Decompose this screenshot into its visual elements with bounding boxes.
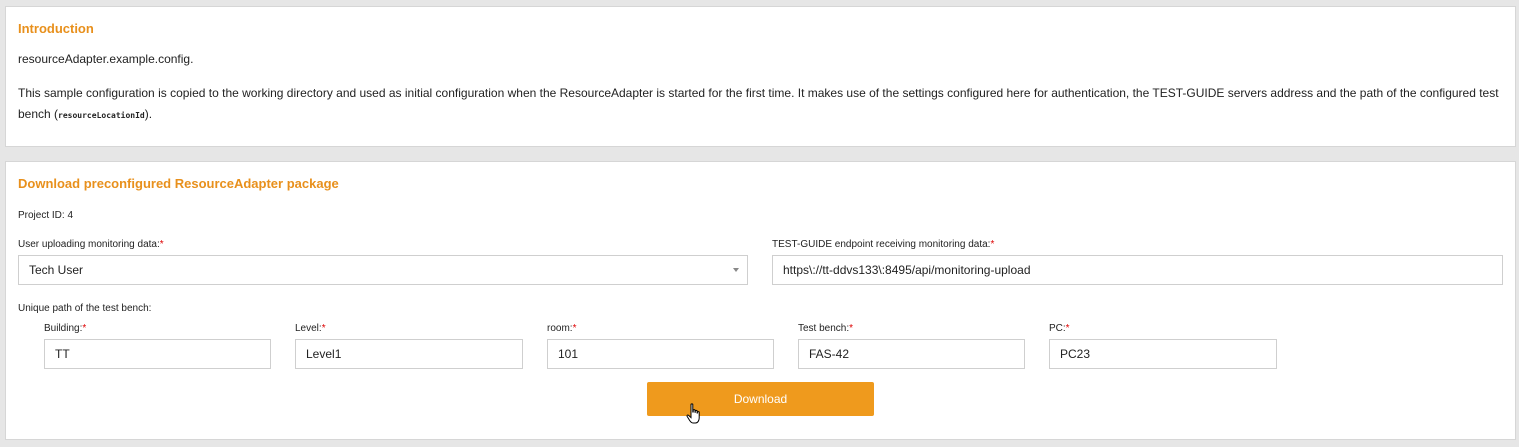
building-input[interactable] (44, 339, 271, 369)
required-mark: * (321, 323, 326, 334)
user-label-text: User uploading monitoring data: (18, 239, 160, 250)
description-text: This sample configuration is copied to t… (18, 86, 1499, 121)
room-input[interactable] (547, 339, 774, 369)
download-title: Download preconfigured ResourceAdapter p… (18, 176, 339, 191)
endpoint-label: TEST-GUIDE endpoint receiving monitoring… (772, 239, 994, 250)
download-button[interactable]: Download (647, 382, 874, 416)
pc-label-text: PC: (1049, 323, 1066, 334)
building-label-text: Building: (44, 323, 83, 334)
introduction-description: This sample configuration is copied to t… (18, 83, 1503, 126)
level-label: Level:* (295, 323, 326, 334)
project-id: Project ID: 4 (18, 210, 74, 221)
endpoint-input[interactable] (772, 255, 1503, 285)
required-mark: * (1065, 323, 1070, 334)
room-label: room:* (547, 323, 576, 334)
level-input[interactable] (295, 339, 523, 369)
test-bench-label: Test bench:* (798, 323, 853, 334)
config-filename: resourceAdapter.example.config. (18, 52, 194, 66)
caret-down-icon (733, 268, 739, 272)
test-bench-label-text: Test bench: (798, 323, 850, 334)
required-mark: * (82, 323, 87, 334)
introduction-panel: Introduction resourceAdapter.example.con… (5, 6, 1516, 147)
required-mark: * (572, 323, 577, 334)
description-end: ). (144, 107, 153, 121)
building-label: Building:* (44, 323, 86, 334)
introduction-title: Introduction (18, 21, 94, 36)
user-label: User uploading monitoring data:* (18, 239, 164, 250)
user-select-value: Tech User (29, 263, 84, 277)
level-label-text: Level: (295, 323, 322, 334)
required-mark: * (159, 239, 164, 250)
required-mark: * (849, 323, 854, 334)
download-panel: Download preconfigured ResourceAdapter p… (5, 161, 1516, 440)
test-bench-path-label: Unique path of the test bench: (18, 303, 152, 314)
resource-location-id-code: resourceLocationId (58, 111, 145, 120)
pc-input[interactable] (1049, 339, 1277, 369)
user-select[interactable]: Tech User (18, 255, 748, 285)
pc-label: PC:* (1049, 323, 1070, 334)
room-label-text: room: (547, 323, 573, 334)
hand-pointer-icon (686, 403, 700, 424)
required-mark: * (990, 239, 995, 250)
endpoint-label-text: TEST-GUIDE endpoint receiving monitoring… (772, 239, 991, 250)
test-bench-input[interactable] (798, 339, 1025, 369)
